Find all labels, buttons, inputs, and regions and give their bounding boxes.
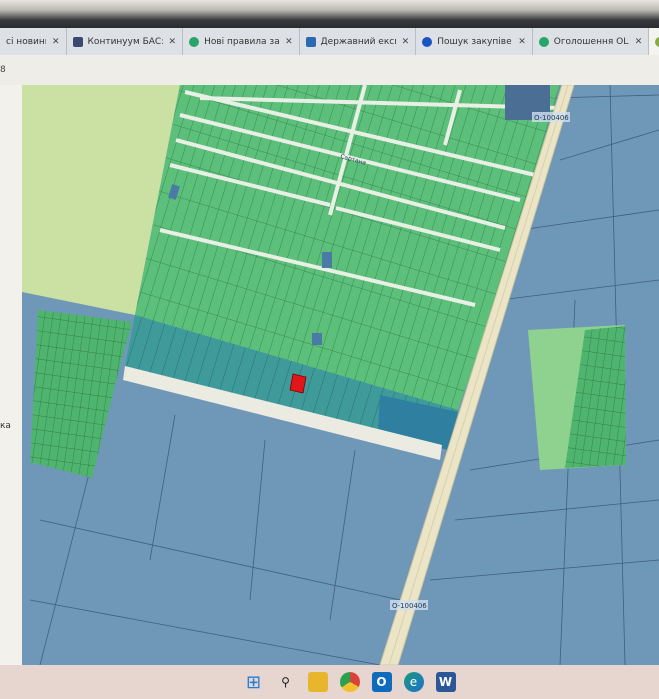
tab-label: Державний експерт	[320, 36, 396, 47]
side-panel: ка	[0, 85, 23, 665]
browser-tab-active[interactable]	[649, 28, 659, 55]
browser-tab[interactable]: Нові правила закуп ✕	[183, 28, 300, 55]
outlook-icon[interactable]: O	[371, 672, 392, 692]
selected-parcel[interactable]	[289, 373, 307, 394]
monitor-bezel	[0, 0, 659, 28]
browser-tab[interactable]: сі новини ✕	[0, 28, 67, 55]
edge-icon[interactable]: e	[403, 672, 424, 692]
browser-toolbar: 8	[0, 55, 659, 85]
tab-label: сі новини	[6, 36, 46, 47]
tab-label: Нові правила закуп	[204, 36, 280, 47]
browser-tab[interactable]: Державний експерт ✕	[300, 28, 417, 55]
continuum-icon	[72, 36, 83, 47]
green-circle-icon	[189, 36, 200, 47]
browser-tab[interactable]: Пошук закупівель | ✕	[416, 28, 533, 55]
road-label: О-100406	[534, 114, 569, 122]
browser-tab[interactable]: Континуум БАС: рі ✕	[67, 28, 184, 55]
side-panel-text: ка	[0, 421, 11, 431]
close-icon[interactable]: ✕	[52, 37, 60, 47]
start-icon[interactable]: ⊞	[244, 672, 264, 693]
leaf-icon	[655, 36, 659, 47]
search-icon[interactable]: ⚲	[276, 672, 296, 692]
tab-label: Пошук закупівель |	[437, 36, 512, 47]
browser-tab[interactable]: Оголошення OLX.ua ✕	[533, 28, 650, 55]
close-icon[interactable]: ✕	[402, 37, 410, 47]
browser-tab-bar: сі новини ✕ Континуум БАС: рі ✕ Нові прави…	[0, 28, 659, 55]
tab-label: Континуум БАС: рі	[87, 36, 163, 47]
word-icon[interactable]: W	[435, 672, 456, 692]
toolbar-text: 8	[0, 65, 6, 75]
chrome-icon[interactable]	[339, 672, 360, 692]
olx-icon	[538, 36, 549, 47]
close-icon[interactable]: ✕	[285, 37, 293, 47]
blue-parcel	[312, 333, 322, 345]
road-label: О-100406	[392, 602, 427, 610]
cadastral-map[interactable]: О-100406 О-100406 Сартана	[22, 85, 659, 665]
file-explorer-icon[interactable]	[307, 672, 328, 692]
close-icon[interactable]: ✕	[518, 37, 526, 47]
close-icon[interactable]: ✕	[169, 37, 177, 47]
prozorro-icon	[422, 36, 433, 47]
blue-parcel	[322, 252, 332, 268]
close-icon[interactable]: ✕	[635, 37, 643, 47]
expert-icon	[305, 36, 316, 47]
taskbar: ⊞ ⚲ O e W	[0, 665, 659, 699]
tab-label: Оголошення OLX.ua	[553, 36, 629, 47]
